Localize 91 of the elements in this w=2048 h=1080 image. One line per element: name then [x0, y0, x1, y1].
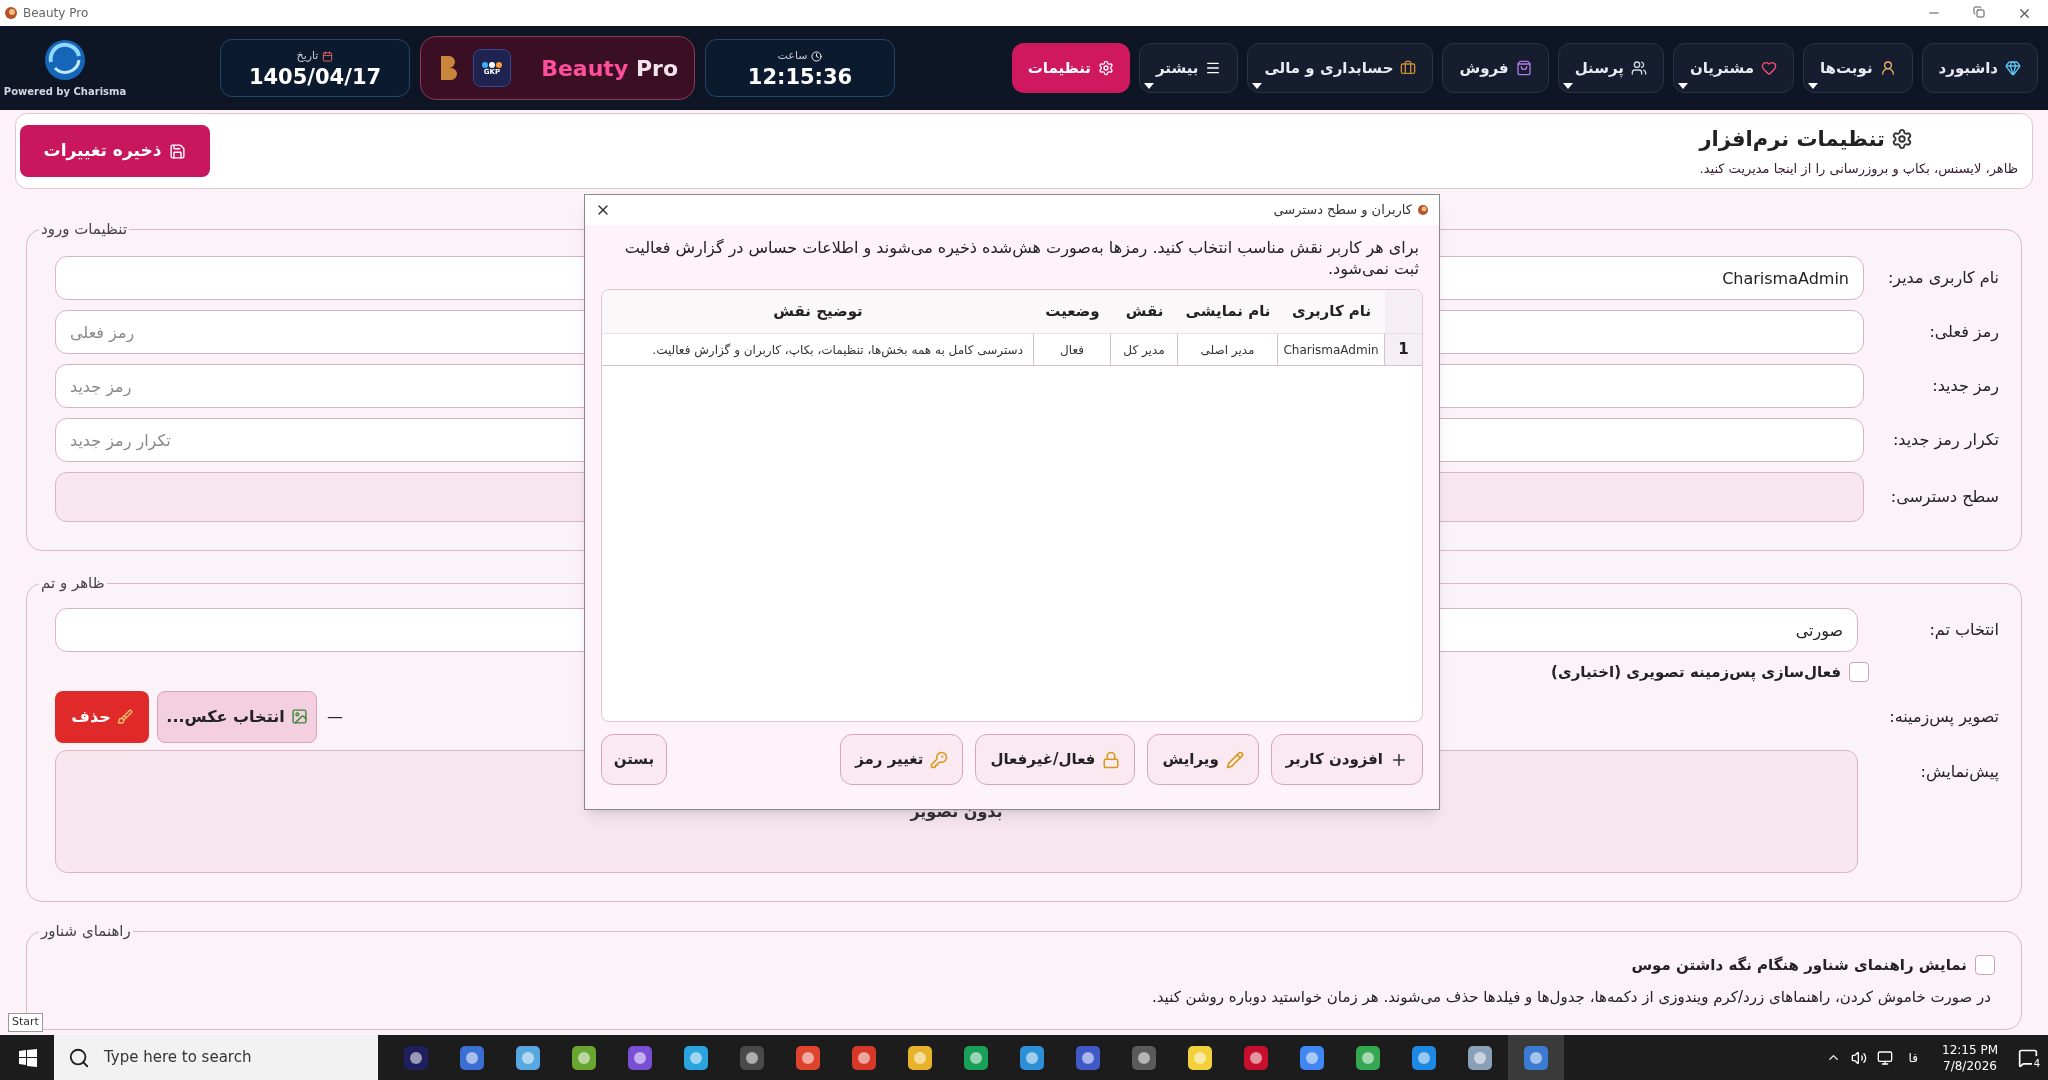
nav-tab[interactable]: بیشتر — [1138, 43, 1239, 93]
nav-tab[interactable]: داشبورد — [1921, 43, 2038, 93]
restore-icon[interactable] — [1973, 5, 1985, 18]
brand-name: Beauty Pro — [541, 54, 678, 83]
nav-icon — [2005, 60, 2021, 76]
network-icon[interactable] — [1876, 1049, 1893, 1066]
image-icon — [290, 708, 308, 725]
taskbar-time: 12:15 PM — [1942, 1041, 1998, 1058]
dropdown-caret-icon[interactable] — [1252, 83, 1263, 89]
field-label: رمز جدید: — [1931, 375, 1999, 398]
column-header[interactable]: توضیح نقش — [602, 290, 1034, 333]
speaker-icon[interactable] — [1850, 1049, 1867, 1066]
nav-icon — [1515, 60, 1532, 76]
taskbar-date: 7/8/2026 — [1943, 1057, 1997, 1074]
choose-image-button[interactable]: انتخاب عکس... — [157, 690, 317, 743]
nav-icon — [1879, 60, 1896, 76]
nav-icon — [1400, 60, 1417, 76]
brush-icon — [116, 708, 133, 725]
table-cell: CharismaAdmin — [1278, 334, 1385, 365]
checkbox[interactable] — [1849, 662, 1869, 683]
help-note: در صورت خاموش کردن، راهنماهای زرد/کرم ویندوزی از دکمه‌ها، جدول‌ها و فیلدها حذف می‌شوند. هر زمان خواستید دوباره روشن کنید. — [1150, 987, 1992, 1008]
clock-label: ساعت — [777, 48, 808, 65]
nav-tab[interactable]: نوبت‌ها — [1802, 43, 1913, 93]
preview-text: بدون تصویر — [910, 801, 1003, 823]
table-cell: فعال — [1034, 334, 1111, 365]
close-button[interactable]: بستن — [601, 734, 667, 785]
button-icon — [1102, 750, 1121, 769]
nav-icon — [1630, 60, 1647, 76]
field-label: رمز فعلی: — [1928, 321, 1999, 344]
button-icon — [1225, 750, 1244, 769]
app-icon — [4, 6, 18, 20]
nav-tab[interactable]: مشتریان — [1672, 43, 1794, 93]
dialog-button[interactable]: ویرایش — [1147, 734, 1259, 785]
table-cell: مدیر کل — [1111, 334, 1178, 365]
search-placeholder: Type here to search — [104, 1047, 252, 1069]
dots-icon — [481, 60, 503, 69]
dialog-title: کاربران و سطح دسترسی — [1273, 201, 1412, 220]
save-icon — [169, 142, 187, 160]
calendar-icon — [322, 51, 334, 62]
powered-by-text: Powered by Charisma — [3, 84, 127, 99]
dialog-button[interactable]: فعال/غیرفعال — [975, 734, 1136, 785]
dialog-button[interactable]: افزودن کاربر — [1270, 734, 1423, 785]
table-cell: مدیر اصلی — [1178, 334, 1278, 365]
nav-tab[interactable]: حسابداری و مالی — [1247, 43, 1434, 93]
settings-icon — [1891, 128, 1913, 151]
clock-value: 12:15:36 — [747, 66, 853, 88]
column-header[interactable]: نام کاربری — [1278, 290, 1385, 333]
nav-icon — [1097, 60, 1114, 76]
nav-tab[interactable]: فروش — [1442, 43, 1549, 93]
field-label: تصویر پس‌زمینه: — [1888, 705, 1999, 729]
nav-tab[interactable]: تنظیمات — [1011, 43, 1130, 93]
field-label: سطح دسترسی: — [1889, 486, 1999, 509]
window-title: Beauty Pro — [23, 5, 89, 22]
search-icon — [68, 1046, 90, 1069]
clock-icon — [811, 51, 823, 62]
search-field[interactable]: Type here to search — [54, 1035, 378, 1080]
language-indicator[interactable]: فا — [1908, 1048, 1918, 1067]
dropdown-caret-icon[interactable] — [1807, 83, 1818, 89]
logo-icon — [43, 37, 87, 82]
button-icon — [930, 750, 949, 769]
date-value: 1405/04/17 — [248, 66, 382, 88]
nav-icon — [1205, 60, 1222, 76]
page-title: تنظیمات نرم‌افزار — [1699, 125, 1885, 153]
dialog-button[interactable]: تغییر رمز — [840, 734, 964, 785]
checkbox-label: فعال‌سازی پس‌زمینه تصویری (اختیاری) — [1551, 662, 1841, 684]
dropdown-caret-icon[interactable] — [1562, 83, 1573, 89]
field-label: نام کاربری مدیر: — [1886, 267, 1999, 290]
page-subtitle: ظاهر، لایسنس، بکاپ و بروزرسانی را از اینجا مدیریت کنید. — [1699, 160, 2018, 179]
field-label: تکرار رمز جدید: — [1891, 429, 1999, 452]
delete-button[interactable]: حذف — [55, 690, 149, 743]
tooltip: Start — [8, 1013, 43, 1032]
column-header[interactable]: نقش — [1111, 290, 1178, 333]
app-icon — [1417, 203, 1429, 217]
dialog-description: برای هر کاربر نقش مناسب انتخاب کنید. رمزها به‌صورت هش‌شده ذخیره می‌شوند و اطلاعات حساس در گزارش فعالیت ثبت نمی‌شود. — [623, 237, 1420, 279]
field-label: انتخاب تم: — [1928, 619, 1999, 641]
nav-tab[interactable]: پرسنل — [1557, 43, 1664, 93]
dropdown-caret-icon[interactable] — [1677, 83, 1688, 89]
field-label: پیش‌نمایش: — [1919, 760, 1999, 784]
column-header[interactable]: نام نمایشی — [1178, 290, 1278, 333]
checkbox-label: نمایش راهنمای شناور هنگام نگه داشتن موس — [1631, 954, 1967, 976]
date-label: تاریخ — [296, 48, 319, 65]
table-cell: دسترسی کامل به همه بخش‌ها، تنظیمات، بکاپ، کاربران و گزارش فعالیت. — [602, 334, 1034, 365]
save-button[interactable]: ذخیره تغییرات — [20, 125, 210, 177]
image-path: — — [327, 705, 343, 728]
nav-icon — [1760, 60, 1777, 76]
taskbar-app-icon[interactable] — [1508, 1035, 1564, 1080]
column-header[interactable]: وضعیت — [1034, 290, 1111, 333]
windows-start-icon[interactable] — [19, 1048, 37, 1067]
checkbox[interactable] — [1975, 954, 1995, 975]
dropdown-caret-icon[interactable] — [1143, 83, 1154, 89]
row-number: 1 — [1385, 334, 1422, 365]
